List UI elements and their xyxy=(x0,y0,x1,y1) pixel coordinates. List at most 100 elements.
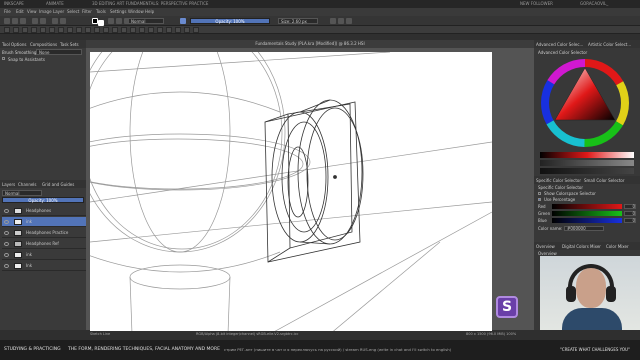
freehand-path-icon[interactable] xyxy=(94,27,100,33)
green-value[interactable]: 0 xyxy=(624,211,636,216)
assistant-icon[interactable] xyxy=(175,27,181,33)
eye-icon[interactable] xyxy=(4,264,9,268)
menu-window[interactable]: Window xyxy=(128,8,144,16)
blue-slider[interactable] xyxy=(552,218,622,223)
open-document-icon[interactable] xyxy=(12,18,18,24)
colorspace-checkbox[interactable] xyxy=(538,192,541,195)
move-icon[interactable] xyxy=(130,27,136,33)
pattern-icon[interactable] xyxy=(60,18,66,24)
green-slider[interactable] xyxy=(552,211,622,216)
earcup-left xyxy=(566,286,576,302)
top-strip-item: GORACAOVIL_ xyxy=(580,1,609,6)
save-icon[interactable] xyxy=(20,18,26,24)
menu-tools[interactable]: Tools xyxy=(96,8,106,16)
measure-icon[interactable] xyxy=(184,27,190,33)
tab-color-mixer[interactable]: Color Mixer xyxy=(606,244,629,249)
tab-small-color[interactable]: Small Color Selector xyxy=(584,178,625,183)
reload-preset-icon[interactable] xyxy=(180,18,186,24)
color-slider-row[interactable] xyxy=(540,160,634,166)
menu-file[interactable]: File xyxy=(4,8,11,16)
layer-row[interactable]: Headphones Ref xyxy=(2,239,86,249)
menu-select[interactable]: Select xyxy=(67,8,79,16)
color-slider-row[interactable] xyxy=(540,152,634,158)
red-slider[interactable] xyxy=(552,204,622,209)
streamer-shirt xyxy=(562,308,622,330)
mirror-horizontal-icon[interactable] xyxy=(330,18,336,24)
layer-blend-select[interactable]: Normal xyxy=(2,190,42,196)
tab-artistic-color[interactable]: Artistic Color Select... xyxy=(588,42,631,47)
red-value[interactable]: 0 xyxy=(624,204,636,209)
reference-icon[interactable] xyxy=(193,27,199,33)
layer-row[interactable]: Ink xyxy=(2,261,86,271)
rectangle-icon[interactable] xyxy=(49,27,55,33)
menu-image[interactable]: Image xyxy=(39,8,52,16)
brush-preset-icon[interactable] xyxy=(108,18,114,24)
text-icon[interactable] xyxy=(13,27,19,33)
color-name-field[interactable]: #000000 xyxy=(564,226,604,231)
select-shapes-icon[interactable] xyxy=(4,27,10,33)
layer-thumbnail xyxy=(14,230,22,236)
menu-layer[interactable]: Layer xyxy=(53,8,64,16)
eye-icon[interactable] xyxy=(4,242,9,246)
menu-view[interactable]: View xyxy=(27,8,37,16)
edit-shapes-icon[interactable] xyxy=(22,27,28,33)
tab-task-sets[interactable]: Task Sets xyxy=(60,42,79,47)
color-slider-row[interactable] xyxy=(540,168,634,174)
transform-icon[interactable] xyxy=(121,27,127,33)
layer-opacity-slider[interactable]: Opacity: 100% xyxy=(2,197,84,203)
multibrush-icon[interactable] xyxy=(112,27,118,33)
wrap-around-icon[interactable] xyxy=(346,18,352,24)
percentage-checkbox[interactable] xyxy=(538,198,541,201)
mirror-vertical-icon[interactable] xyxy=(338,18,344,24)
status-brush: Sketch Line xyxy=(90,332,111,336)
tab-compositions[interactable]: Compositions xyxy=(30,42,57,47)
opacity-slider[interactable]: Opacity: 100% xyxy=(190,18,270,24)
dynamic-brush-icon[interactable] xyxy=(103,27,109,33)
tab-layers[interactable]: Layers xyxy=(2,182,15,187)
menu-edit[interactable]: Edit xyxy=(16,8,24,16)
undo-icon[interactable] xyxy=(32,18,38,24)
menu-help[interactable]: Help xyxy=(145,8,154,16)
polygon-icon[interactable] xyxy=(67,27,73,33)
brush-smoothing-select[interactable]: None xyxy=(36,49,82,55)
color-wheel[interactable] xyxy=(540,58,630,148)
tab-digital-mixer[interactable]: Digital Colors Mixer xyxy=(562,244,601,249)
size-slider[interactable]: Size: 2.60 px xyxy=(278,18,318,24)
colorpicker-icon[interactable] xyxy=(157,27,163,33)
tab-channels[interactable]: Channels xyxy=(18,182,37,187)
ellipse-icon[interactable] xyxy=(58,27,64,33)
top-strip-item: NEW FOLLOWER xyxy=(520,1,553,6)
polyline-icon[interactable] xyxy=(76,27,82,33)
eye-icon[interactable] xyxy=(4,220,9,224)
layer-thumbnail xyxy=(14,241,22,247)
fill-icon[interactable] xyxy=(166,27,172,33)
blue-value[interactable]: 0 xyxy=(624,218,636,223)
layer-row[interactable]: Headphones Practice xyxy=(2,228,86,238)
layer-row[interactable]: ink xyxy=(2,250,86,260)
layer-row-selected[interactable]: ink xyxy=(2,217,86,227)
menu-filter[interactable]: Filter xyxy=(82,8,92,16)
gradient-tool-icon[interactable] xyxy=(148,27,154,33)
crop-icon[interactable] xyxy=(139,27,145,33)
line-icon[interactable] xyxy=(40,27,46,33)
tab-grid-guides[interactable]: Grid and Guides xyxy=(42,182,74,187)
snap-checkbox[interactable] xyxy=(2,57,5,60)
bezier-icon[interactable] xyxy=(85,27,91,33)
layer-row[interactable]: Headphones xyxy=(2,206,86,216)
new-document-icon[interactable] xyxy=(4,18,10,24)
tab-advanced-color[interactable]: Advanced Color Selec... xyxy=(536,42,583,47)
drawing-canvas[interactable] xyxy=(90,52,492,334)
red-label: Red xyxy=(538,204,546,209)
eye-icon[interactable] xyxy=(4,253,9,257)
redo-icon[interactable] xyxy=(40,18,46,24)
erase-mode-icon[interactable] xyxy=(116,18,122,24)
brush-icon[interactable] xyxy=(31,27,37,33)
eye-icon[interactable] xyxy=(4,209,9,213)
tab-specific-color[interactable]: Specific Color Selector xyxy=(536,178,581,183)
blend-mode-select[interactable]: Normal xyxy=(128,18,164,24)
eye-icon[interactable] xyxy=(4,231,9,235)
menu-settings[interactable]: Settings xyxy=(110,8,126,16)
gradient-icon[interactable] xyxy=(52,18,58,24)
tab-tool-options[interactable]: Tool Options xyxy=(2,42,26,47)
tab-overview[interactable]: Overview xyxy=(536,244,555,249)
